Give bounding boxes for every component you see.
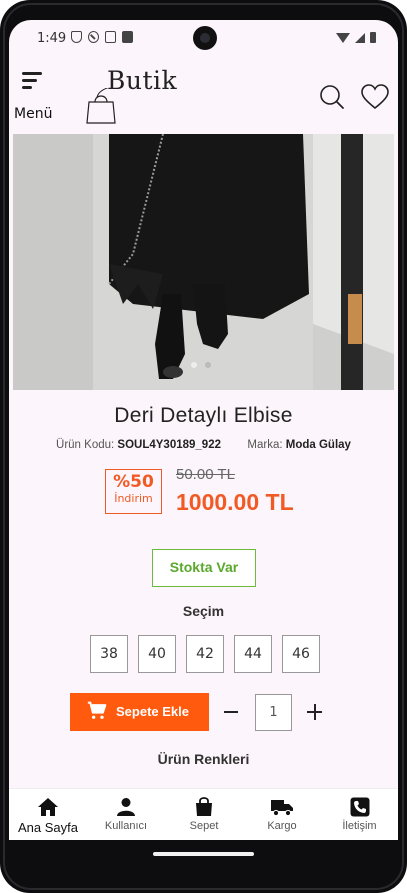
- product-code-value: SOUL4Y30189_922: [117, 439, 221, 451]
- menu-button[interactable]: Menü: [13, 70, 53, 126]
- nav-cart-label: Sepet: [189, 820, 219, 832]
- image-pager-dots: [191, 362, 211, 368]
- shield-icon: [71, 31, 82, 43]
- quantity-field[interactable]: 1: [255, 694, 292, 731]
- quantity-decrease-button[interactable]: [223, 703, 239, 721]
- old-price: 50.00 TL: [176, 466, 235, 483]
- nav-contact[interactable]: İletişim: [321, 789, 398, 841]
- size-option[interactable]: 44: [234, 635, 272, 673]
- brand-logo[interactable]: Butik: [85, 66, 178, 126]
- nav-shipping[interactable]: Kargo: [243, 789, 321, 841]
- status-time: 1:49: [37, 31, 67, 46]
- product-image[interactable]: [13, 134, 394, 390]
- size-options: 38 40 42 44 46: [90, 635, 320, 673]
- app-header: Menü Butik: [9, 60, 398, 132]
- product-colors-heading: Ürün Renkleri: [157, 751, 250, 767]
- app-screen: 1:49 Menü Butik Deri Detaylı Elbise Ürün…: [9, 20, 398, 872]
- logo-text: Butik: [107, 66, 178, 95]
- nav-home[interactable]: Ana Sayfa: [9, 789, 87, 841]
- signal-icon: [355, 32, 365, 43]
- phone-frame: 1:49 Menü Butik Deri Detaylı Elbise Ürün…: [0, 0, 407, 893]
- size-option[interactable]: 46: [282, 635, 320, 673]
- phone-icon: [350, 797, 369, 817]
- copy-icon: [105, 31, 116, 43]
- size-option[interactable]: 38: [90, 635, 128, 673]
- truck-icon: [271, 800, 293, 817]
- status-bar: 1:49: [9, 20, 398, 60]
- hamburger-menu-icon: [22, 72, 44, 90]
- wifi-icon: [336, 32, 350, 43]
- nav-home-label: Ana Sayfa: [18, 820, 78, 835]
- nav-user-label: Kullanıcı: [104, 820, 148, 832]
- add-to-cart-button[interactable]: Sepete Ekle: [70, 693, 209, 731]
- search-icon[interactable]: [319, 84, 345, 110]
- home-indicator[interactable]: [153, 852, 254, 856]
- size-selection-heading: Seçim: [182, 603, 225, 619]
- discount-label: İndirim: [114, 492, 153, 505]
- current-price: 1000.00 TL: [176, 489, 294, 515]
- status-system-icons: [336, 32, 376, 43]
- sim-card-icon: [122, 31, 133, 43]
- system-gesture-area: [9, 840, 398, 872]
- brand-value: Moda Gülay: [285, 439, 351, 451]
- product-title: Deri Detaylı Elbise: [114, 404, 293, 427]
- status-notification-icons: [71, 31, 133, 43]
- nav-cart[interactable]: Sepet: [165, 789, 243, 841]
- nav-contact-label: İletişim: [342, 820, 377, 832]
- menu-label: Menü: [14, 106, 53, 122]
- shopping-bag-logo-icon: [86, 88, 116, 124]
- heart-icon[interactable]: [361, 84, 389, 110]
- size-option[interactable]: 42: [186, 635, 224, 673]
- shopping-bag-icon: [196, 797, 212, 816]
- do-not-disturb-icon: [88, 31, 99, 43]
- shopping-cart-icon: [87, 701, 107, 719]
- home-icon: [38, 798, 58, 816]
- bottom-navigation: Ana Sayfa Kullanıcı Sepet Kargo İletişim: [9, 788, 398, 840]
- stock-status-button[interactable]: Stokta Var: [152, 549, 256, 587]
- product-meta: Ürün Kodu: SOUL4Y30189_922 Marka: Moda G…: [9, 439, 398, 451]
- battery-icon: [370, 32, 376, 43]
- user-icon: [117, 798, 135, 816]
- pager-dot-1[interactable]: [191, 362, 197, 368]
- pager-dot-2[interactable]: [205, 362, 211, 368]
- nav-shipping-label: Kargo: [267, 820, 297, 832]
- size-option[interactable]: 40: [138, 635, 176, 673]
- nav-user[interactable]: Kullanıcı: [87, 789, 165, 841]
- product-code-label: Ürün Kodu:: [56, 439, 115, 451]
- product-photo: [13, 134, 394, 390]
- quantity-increase-button[interactable]: [307, 703, 323, 721]
- discount-percent: %50: [113, 472, 154, 492]
- discount-badge: %50 İndirim: [105, 469, 162, 514]
- add-to-cart-label: Sepete Ekle: [116, 704, 189, 719]
- front-camera: [193, 26, 217, 50]
- brand-label: Marka:: [247, 439, 283, 451]
